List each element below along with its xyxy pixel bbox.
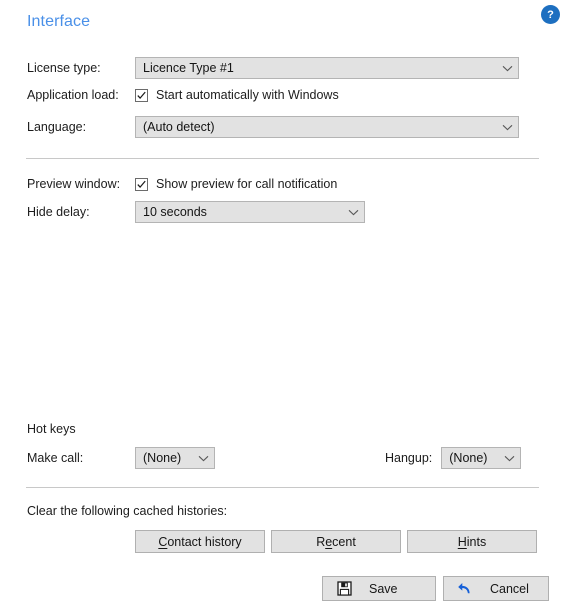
undo-arrow-icon — [456, 581, 474, 596]
save-button-label: Save — [369, 581, 398, 596]
svg-text:?: ? — [547, 9, 554, 21]
cancel-button[interactable]: Cancel — [443, 576, 549, 601]
hangup-hotkey-select[interactable]: (None) — [441, 447, 522, 469]
hangup-label: Hangup: — [385, 451, 433, 465]
license-type-select[interactable]: Licence Type #1 — [135, 57, 519, 79]
clear-hints-button[interactable]: Hints — [407, 530, 537, 553]
language-value: (Auto detect) — [143, 120, 215, 134]
license-type-label: License type: — [27, 61, 101, 75]
save-button[interactable]: Save — [322, 576, 436, 601]
preview-window-row: Preview window: Show preview for call no… — [27, 177, 539, 191]
make-call-hotkey-value: (None) — [143, 451, 182, 465]
clear-hints-label: Hints — [457, 534, 487, 549]
clear-caches-title: Clear the following cached histories: — [27, 504, 228, 518]
clear-recent-label: Recent — [316, 534, 356, 549]
license-type-row: License type: Licence Type #1 — [27, 57, 539, 79]
clear-recent-button[interactable]: Recent — [271, 530, 401, 553]
question-mark-circle-icon: ? — [544, 8, 557, 21]
chevron-down-icon — [198, 455, 209, 462]
start-with-windows-label: Start automatically with Windows — [156, 88, 339, 102]
checkbox-box — [135, 88, 148, 102]
start-with-windows-checkbox[interactable]: Start automatically with Windows — [135, 88, 339, 102]
hide-delay-row: Hide delay: 10 seconds — [27, 201, 539, 223]
hide-delay-value: 10 seconds — [143, 205, 207, 219]
make-call-hotkey-select[interactable]: (None) — [135, 447, 215, 469]
language-row: Language: (Auto detect) — [27, 116, 539, 138]
page-title: Interface — [27, 13, 91, 30]
make-call-label: Make call: — [27, 451, 84, 465]
help-button[interactable]: ? — [541, 5, 560, 24]
clear-contact-history-label: Contact history — [158, 534, 242, 549]
license-type-value: Licence Type #1 — [143, 61, 234, 75]
hot-keys-group-label: Hot keys — [27, 422, 76, 436]
hangup-hotkey-value: (None) — [449, 451, 488, 465]
hot-keys-row: Make call: (None) Hangup: (None) — [27, 447, 539, 469]
show-preview-checkbox[interactable]: Show preview for call notification — [135, 177, 337, 191]
floppy-disk-save-icon — [335, 581, 353, 596]
language-label: Language: — [27, 120, 87, 134]
application-load-row: Application load: Start automatically wi… — [27, 88, 539, 102]
chevron-down-icon — [504, 455, 515, 462]
hide-delay-select[interactable]: 10 seconds — [135, 201, 365, 223]
chevron-down-icon — [502, 65, 513, 72]
hide-delay-label: Hide delay: — [27, 205, 90, 219]
checkbox-box — [135, 177, 148, 191]
divider-2 — [26, 487, 539, 488]
chevron-down-icon — [502, 124, 513, 131]
clear-contact-history-button[interactable]: Contact history — [135, 530, 265, 553]
application-load-label: Application load: — [27, 88, 119, 102]
divider-1 — [26, 158, 539, 159]
show-preview-label: Show preview for call notification — [156, 177, 338, 191]
chevron-down-icon — [348, 209, 359, 216]
cancel-button-label: Cancel — [490, 581, 529, 596]
preview-window-label: Preview window: — [27, 177, 121, 191]
language-select[interactable]: (Auto detect) — [135, 116, 519, 138]
